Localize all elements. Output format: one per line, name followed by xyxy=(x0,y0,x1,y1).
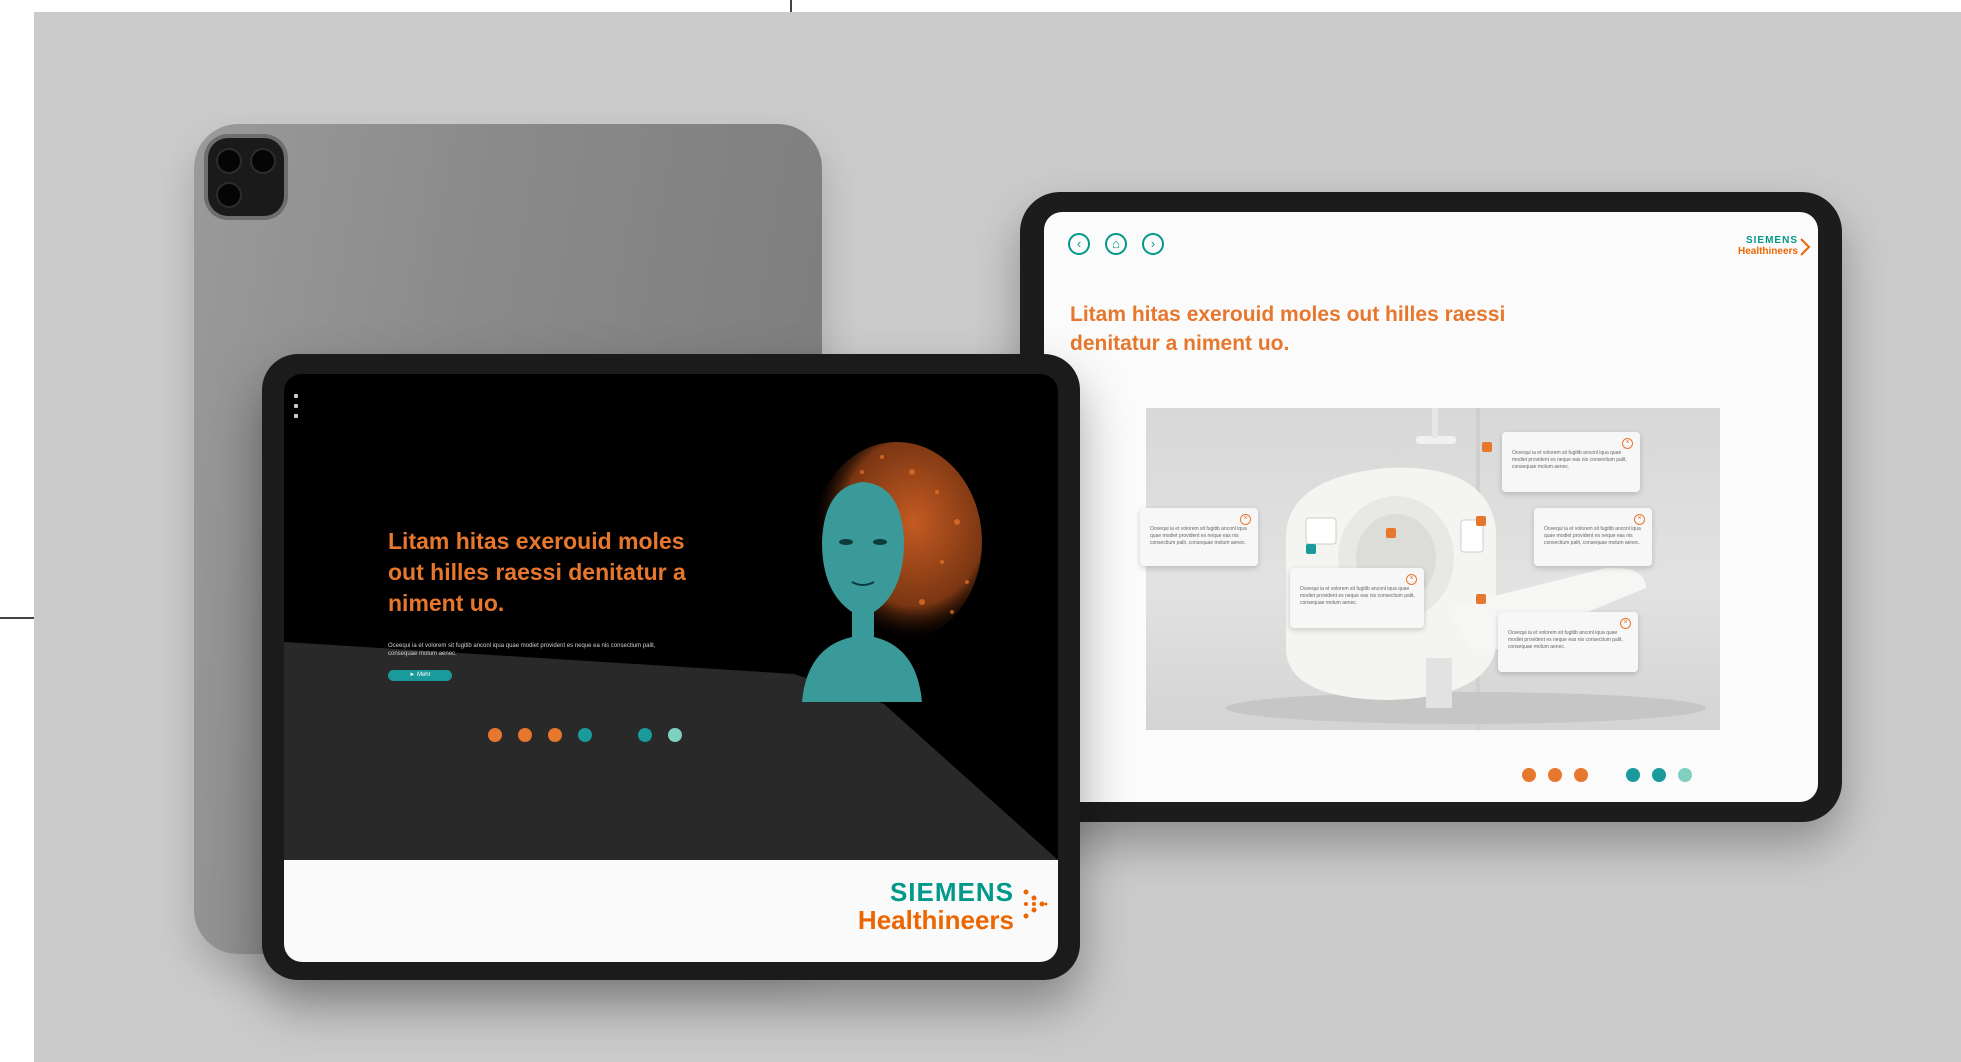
crop-mark-top xyxy=(790,0,792,12)
hotspot-marker[interactable] xyxy=(1386,528,1396,538)
crop-mark-left xyxy=(0,617,34,619)
camera-module-icon xyxy=(208,138,284,216)
pagination-dot[interactable] xyxy=(1626,768,1640,782)
pagination-dot[interactable] xyxy=(518,728,532,742)
pagination-dot[interactable] xyxy=(488,728,502,742)
more-button[interactable]: ► Mehr xyxy=(388,670,452,681)
hotspot-marker[interactable] xyxy=(1476,594,1486,604)
pagination-dots xyxy=(1522,768,1818,784)
logo-dots-icon xyxy=(1023,889,1048,919)
tablet-front: Litam hitas exerouid moles out hilles ra… xyxy=(262,354,1080,980)
logo-arrow-icon xyxy=(1800,238,1811,256)
hero-screen: Litam hitas exerouid moles out hilles ra… xyxy=(284,374,1058,962)
callout-text: Oceequi ia et volorem sit fugitib anconl… xyxy=(1508,630,1623,650)
info-callout: × Oceequi ia et volorem sit fugitib anco… xyxy=(1140,508,1258,566)
pagination-dot[interactable] xyxy=(1522,768,1536,782)
hero-body-text: Oceequi ia et volorem sit fugitib anconl… xyxy=(388,643,656,657)
detail-screen: ‹ ⌂ › SIEMENS Healthineers Litam hitas e… xyxy=(1044,212,1818,802)
close-icon[interactable]: × xyxy=(1240,514,1251,525)
logo-line2: Healthineers xyxy=(1737,246,1798,257)
info-callout: × Oceequi ia et volorem sit fugitib anco… xyxy=(1534,508,1652,566)
info-callout: × Oceequi ia et volorem sit fugitib anco… xyxy=(1498,612,1638,672)
back-nav-icon[interactable]: ‹ xyxy=(1068,233,1090,255)
page-title: Litam hitas exerouid moles out hilles ra… xyxy=(1070,303,1506,355)
logo-line2: Healthineers xyxy=(857,905,1014,935)
callout-text: Oceequi ia et volorem sit fugitib anconl… xyxy=(1544,526,1641,546)
close-icon[interactable]: × xyxy=(1634,514,1645,525)
callout-text: Oceequi ia et volorem sit fugitib anconl… xyxy=(1512,450,1627,470)
hotspot-marker[interactable] xyxy=(1482,442,1492,452)
callout-text: Oceequi ia et volorem sit fugitib anconl… xyxy=(1300,586,1415,606)
ct-scanner-scene: × Oceequi ia et volorem sit fugitib anco… xyxy=(1140,408,1720,730)
pagination-dot[interactable] xyxy=(1548,768,1562,782)
pagination-dot[interactable] xyxy=(1652,768,1666,782)
pagination-dot[interactable] xyxy=(1574,768,1588,782)
logo-line1: SIEMENS xyxy=(1745,235,1798,246)
hotspot-marker[interactable] xyxy=(1476,516,1486,526)
pagination-dot[interactable] xyxy=(548,728,562,742)
close-icon[interactable]: × xyxy=(1622,438,1633,449)
tablet-right: ‹ ⌂ › SIEMENS Healthineers Litam hitas e… xyxy=(1020,192,1842,822)
hero-headline: Litam hitas exerouid moles out hilles ra… xyxy=(388,528,686,616)
hotspot-marker[interactable] xyxy=(1306,544,1316,554)
pagination-dots xyxy=(488,728,688,744)
pagination-dot[interactable] xyxy=(638,728,652,742)
side-indicator xyxy=(294,394,298,438)
home-nav-icon[interactable]: ⌂ xyxy=(1105,233,1127,255)
callout-text: Oceequi ia et volorem sit fugitib anconl… xyxy=(1150,526,1247,546)
footer-bar: SIEMENS Healthineers xyxy=(284,860,1058,962)
portrait-image xyxy=(802,442,982,702)
info-callout: × Oceequi ia et volorem sit fugitib anco… xyxy=(1290,568,1424,628)
close-icon[interactable]: × xyxy=(1406,574,1417,585)
logo-line1: SIEMENS xyxy=(889,877,1014,907)
pagination-dot[interactable] xyxy=(1678,768,1692,782)
siemens-logo: SIEMENS Healthineers xyxy=(858,878,1014,934)
pagination-dot[interactable] xyxy=(578,728,592,742)
pagination-dot[interactable] xyxy=(668,728,682,742)
forward-nav-icon[interactable]: › xyxy=(1142,233,1164,255)
siemens-logo: SIEMENS Healthineers xyxy=(1738,235,1798,257)
close-icon[interactable]: × xyxy=(1620,618,1631,629)
info-callout: × Oceequi ia et volorem sit fugitib anco… xyxy=(1502,432,1640,492)
